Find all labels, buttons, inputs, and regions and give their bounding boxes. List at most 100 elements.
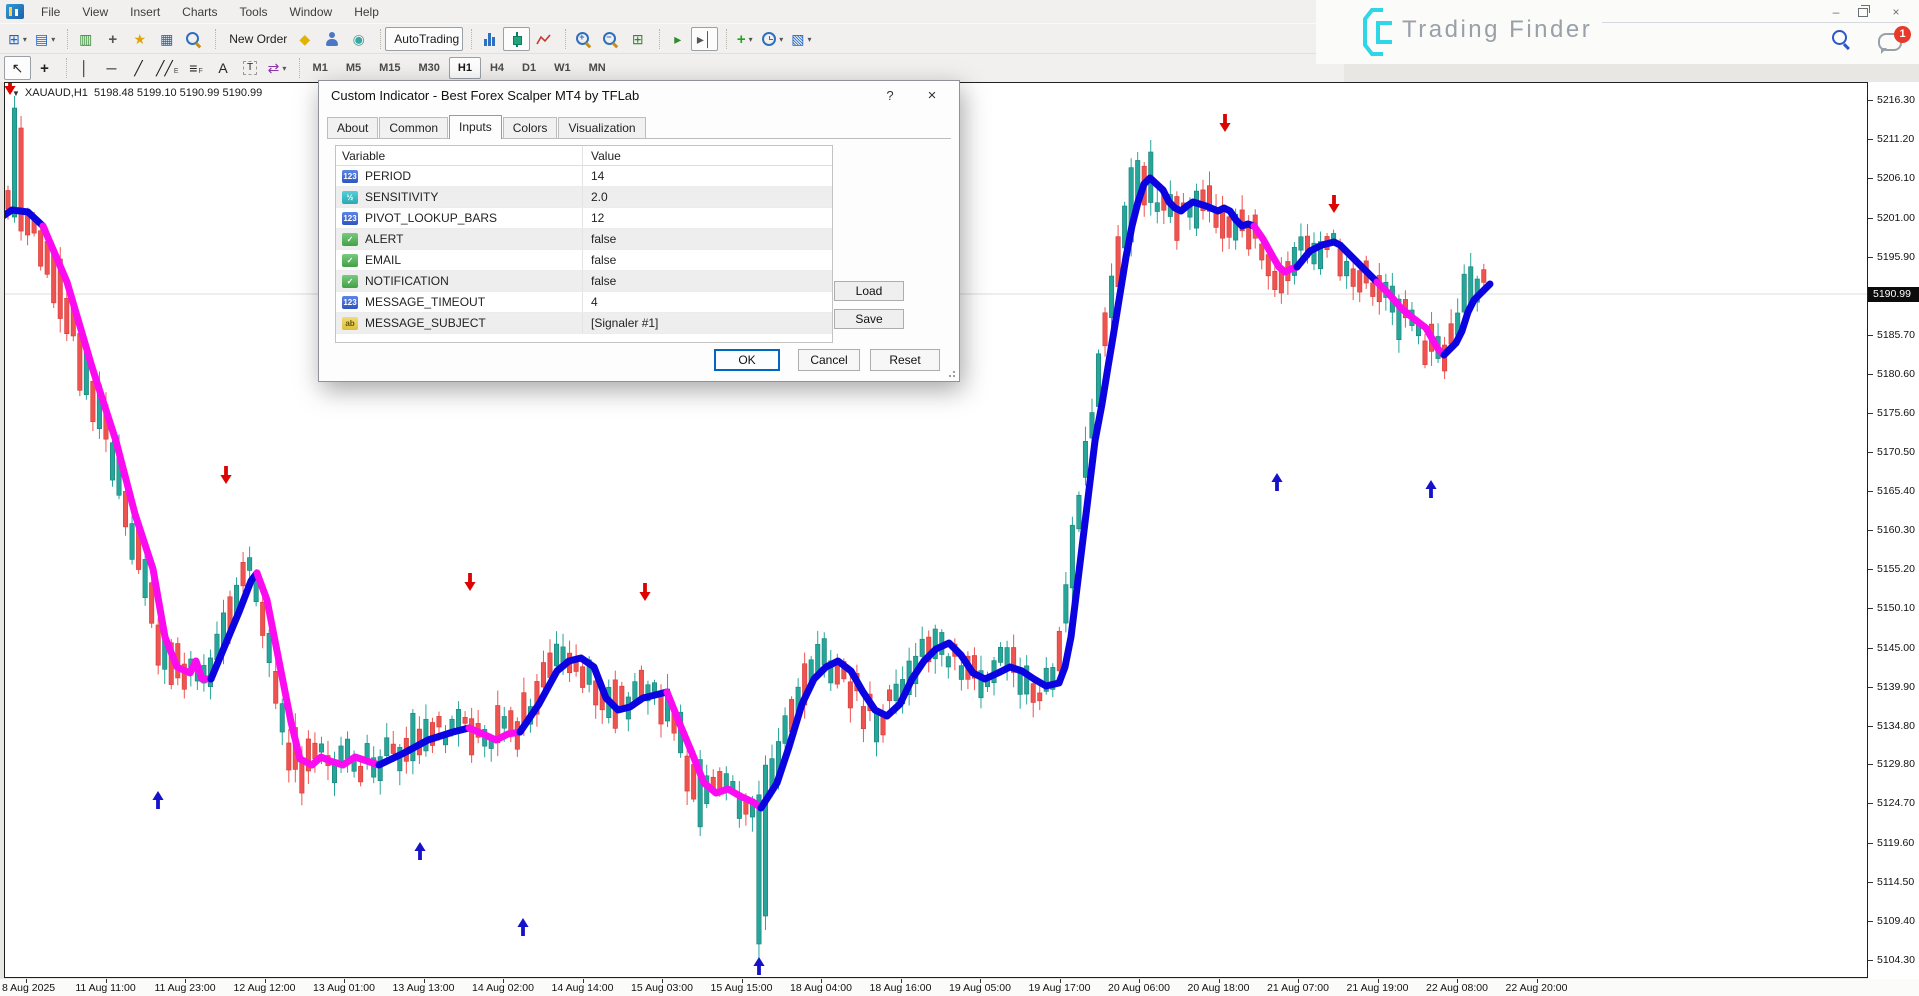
tab-inputs[interactable]: Inputs [449, 115, 502, 139]
param-value[interactable]: 14 [582, 166, 832, 186]
param-row-notification[interactable]: ✓NOTIFICATIONfalse [336, 271, 832, 292]
menu-item-tools[interactable]: Tools [229, 1, 279, 23]
param-row-period[interactable]: 123PERIOD14 [336, 166, 832, 187]
price-tick [1868, 257, 1873, 258]
dialog-help-button[interactable]: ? [877, 81, 903, 111]
tab-colors[interactable]: Colors [503, 117, 558, 138]
strategy-tester-icon[interactable] [180, 27, 207, 51]
periods-icon[interactable]: ▾ [758, 27, 787, 51]
timeframe-d1[interactable]: D1 [513, 57, 545, 79]
price-label: 5165.40 [1877, 485, 1915, 497]
param-value[interactable]: 2.0 [582, 187, 832, 207]
candle-body [816, 644, 820, 672]
toolbar-separator [293, 58, 300, 78]
profiles-icon[interactable]: ▤▾ [31, 27, 59, 51]
search-icon[interactable] [1832, 30, 1849, 47]
candle-body [1449, 324, 1453, 344]
tile-windows-icon[interactable]: ⊞ [624, 27, 651, 51]
ok-button[interactable]: OK [714, 349, 780, 371]
navigator-icon[interactable]: ★ [126, 27, 153, 51]
market-watch-icon[interactable]: ▥ [72, 27, 99, 51]
menu-item-window[interactable]: Window [279, 1, 344, 23]
param-row-message_subject[interactable]: abMESSAGE_SUBJECT[Signaler #1] [336, 313, 832, 334]
timeframe-w1[interactable]: W1 [545, 57, 580, 79]
param-value[interactable]: false [582, 271, 832, 291]
text-label-icon[interactable]: T [237, 56, 264, 80]
time-label: 13 Aug 01:00 [313, 982, 375, 994]
load-button[interactable]: Load [834, 281, 904, 301]
minimize-button[interactable]: – [1824, 4, 1848, 20]
templates-icon[interactable]: ▧▾ [787, 27, 815, 51]
timeframe-m5[interactable]: M5 [337, 57, 370, 79]
timeframe-m30[interactable]: M30 [410, 57, 449, 79]
bar-chart-icon[interactable] [476, 27, 503, 51]
param-row-sensitivity[interactable]: ½SENSITIVITY2.0 [336, 187, 832, 208]
buy-arrow-icon [1429, 488, 1433, 498]
tab-visualization[interactable]: Visualization [558, 117, 645, 138]
param-value[interactable]: false [582, 250, 832, 270]
vertical-line-icon[interactable]: │ [71, 56, 98, 80]
menu-item-charts[interactable]: Charts [171, 1, 228, 23]
dialog-resize-grip[interactable] [948, 370, 956, 378]
timeframe-m1[interactable]: M1 [304, 57, 337, 79]
reset-button[interactable]: Reset [870, 349, 940, 371]
sell-arrow-icon [224, 466, 228, 476]
param-row-pivot_lookup_bars[interactable]: 123PIVOT_LOOKUP_BARS12 [336, 208, 832, 229]
timeframe-m15[interactable]: M15 [370, 57, 409, 79]
param-row-message_timeout[interactable]: 123MESSAGE_TIMEOUT4 [336, 292, 832, 313]
autotrading-button[interactable]: AutoTrading [385, 27, 463, 51]
param-value[interactable]: 4 [582, 292, 832, 312]
custom-indicator-dialog: Custom Indicator - Best Forex Scalper MT… [318, 80, 960, 382]
candle-body [541, 663, 545, 688]
tab-about[interactable]: About [327, 117, 378, 138]
new-chart-icon[interactable]: ⊞▾ [4, 27, 31, 51]
candle-body [469, 719, 473, 755]
new-order-button[interactable]: New Order [220, 27, 291, 51]
param-value[interactable]: false [582, 229, 832, 249]
data-window-icon[interactable]: + [99, 27, 126, 51]
dialog-close-button[interactable]: × [919, 81, 945, 111]
news-icon[interactable]: ◉ [345, 27, 372, 51]
auto-scroll-icon[interactable]: ▸ [664, 27, 691, 51]
save-button[interactable]: Save [834, 309, 904, 329]
param-value[interactable]: 12 [582, 208, 832, 228]
community-icon[interactable] [318, 27, 345, 51]
zoom-out-icon[interactable]: − [597, 27, 624, 51]
new-order-button-label: New Order [229, 32, 287, 46]
line-chart-icon[interactable] [530, 27, 557, 51]
fibonacci-icon[interactable]: ≡F [183, 56, 210, 80]
param-row-alert[interactable]: ✓ALERTfalse [336, 229, 832, 250]
metaeditor-icon[interactable]: ◆ [291, 27, 318, 51]
buy-arrow-icon [1275, 481, 1279, 491]
trendline-icon[interactable]: ╱ [125, 56, 152, 80]
cancel-button[interactable]: Cancel [798, 349, 860, 371]
equidistant-channel-icon[interactable]: ╱╱E [152, 56, 183, 80]
close-window-button[interactable]: × [1884, 4, 1908, 20]
menu-item-view[interactable]: View [71, 1, 119, 23]
candlestick-icon[interactable] [503, 27, 530, 51]
timeframe-h1[interactable]: H1 [449, 57, 481, 79]
timeframe-mn[interactable]: MN [580, 57, 615, 79]
menu-item-help[interactable]: Help [343, 1, 390, 23]
crosshair-icon[interactable]: + [31, 56, 58, 80]
zoom-in-icon[interactable]: + [570, 27, 597, 51]
indicators-icon[interactable]: +▾ [731, 27, 758, 51]
menu-item-file[interactable]: File [30, 1, 71, 23]
toolbar-separator [653, 29, 660, 49]
cursor-icon[interactable]: ↖ [4, 56, 31, 80]
horizontal-line-icon[interactable]: ─ [98, 56, 125, 80]
arrows-icon[interactable]: ⇄▾ [264, 56, 291, 80]
menu-bar: FileViewInsertChartsToolsWindowHelp [0, 0, 1344, 23]
tab-common[interactable]: Common [379, 117, 448, 138]
text-icon[interactable]: A [210, 56, 237, 80]
param-value[interactable]: [Signaler #1] [582, 313, 832, 333]
toolbar-drawing-timeframes: ↖+ │─╱╱╱E≡FAT⇄▾ M1M5M15M30H1H4D1W1MN [0, 53, 1344, 82]
price-tick [1868, 452, 1873, 453]
restore-button[interactable] [1858, 8, 1868, 17]
menu-item-insert[interactable]: Insert [119, 1, 171, 23]
param-row-email[interactable]: ✓EMAILfalse [336, 250, 832, 271]
timeframe-h4[interactable]: H4 [481, 57, 513, 79]
terminal-icon[interactable]: ▦ [153, 27, 180, 51]
price-tick [1868, 413, 1873, 414]
chart-shift-icon[interactable]: ▸│ [691, 27, 718, 51]
